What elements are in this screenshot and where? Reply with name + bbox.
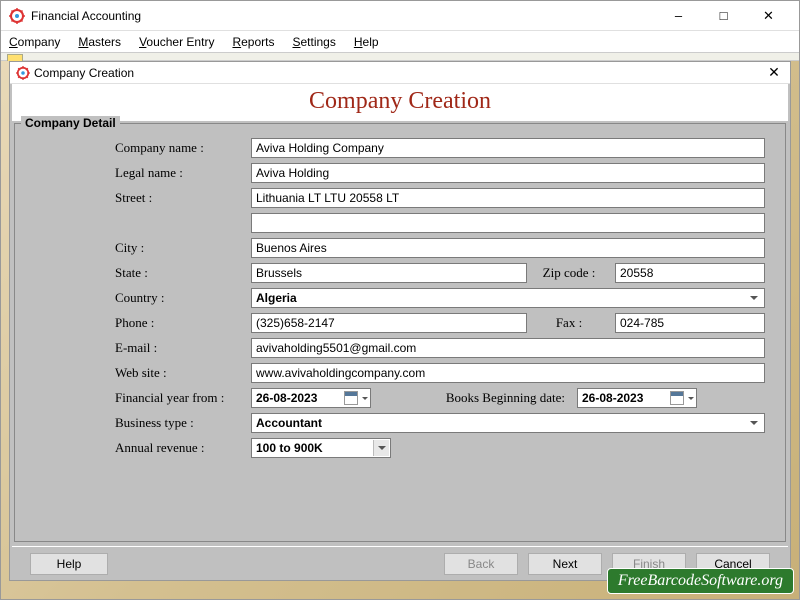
menubar: Company Masters Voucher Entry Reports Se… <box>1 31 799 53</box>
zip-field[interactable] <box>615 263 765 283</box>
dialog-titlebar: Company Creation ✕ <box>10 62 790 84</box>
label-zip: Zip code : <box>535 265 607 281</box>
label-email: E-mail : <box>115 340 245 356</box>
label-legal-name: Legal name : <box>115 165 245 181</box>
menu-masters[interactable]: Masters <box>78 35 121 49</box>
minimize-button[interactable]: – <box>656 1 701 31</box>
dialog-body: Company Creation Company Detail Company … <box>10 84 790 580</box>
dialog-header: Company Creation <box>12 84 788 121</box>
calendar-icon <box>670 391 684 405</box>
company-name-field[interactable] <box>251 138 765 158</box>
chevron-down-icon <box>362 397 368 400</box>
toolbar-strip <box>1 53 799 61</box>
titlebar: Financial Accounting – □ ✕ <box>1 1 799 31</box>
window-title: Financial Accounting <box>31 9 656 23</box>
help-button[interactable]: Help <box>30 553 108 575</box>
books-begin-datepicker[interactable]: 26-08-2023 <box>577 388 697 408</box>
state-field[interactable] <box>251 263 527 283</box>
close-button[interactable]: ✕ <box>746 1 791 31</box>
next-button[interactable]: Next <box>528 553 602 575</box>
maximize-button[interactable]: □ <box>701 1 746 31</box>
website-field[interactable] <box>251 363 765 383</box>
label-fy-from: Financial year from : <box>115 390 245 406</box>
company-detail-group: Company Detail Company name : Legal name… <box>14 123 786 542</box>
street2-field[interactable] <box>251 213 765 233</box>
label-website: Web site : <box>115 365 245 381</box>
street1-field[interactable] <box>251 188 765 208</box>
annual-revenue-select[interactable]: 100 to 900K <box>251 438 391 458</box>
label-fax: Fax : <box>535 315 607 331</box>
main-window: Financial Accounting – □ ✕ Company Maste… <box>0 0 800 600</box>
mdi-area: Company Creation ✕ Company Creation Comp… <box>1 61 799 599</box>
menu-voucher[interactable]: Voucher Entry <box>139 35 214 49</box>
fax-field[interactable] <box>615 313 765 333</box>
group-label: Company Detail <box>21 116 120 130</box>
dialog-heading: Company Creation <box>12 88 788 115</box>
dialog-icon <box>16 66 30 80</box>
legal-name-field[interactable] <box>251 163 765 183</box>
calendar-icon <box>344 391 358 405</box>
label-phone: Phone : <box>115 315 245 331</box>
label-country: Country : <box>115 290 245 306</box>
label-annual-revenue: Annual revenue : <box>115 440 245 456</box>
company-creation-dialog: Company Creation ✕ Company Creation Comp… <box>9 61 791 581</box>
label-books-begin: Books Beginning date: <box>379 390 569 406</box>
dialog-close-button[interactable]: ✕ <box>764 63 784 83</box>
label-business-type: Business type : <box>115 415 245 431</box>
email-field[interactable] <box>251 338 765 358</box>
phone-field[interactable] <box>251 313 527 333</box>
chevron-down-icon <box>373 440 389 456</box>
menu-reports[interactable]: Reports <box>232 35 274 49</box>
label-company-name: Company name : <box>115 140 245 156</box>
window-controls: – □ ✕ <box>656 1 791 31</box>
menu-help[interactable]: Help <box>354 35 379 49</box>
country-select[interactable]: Algeria <box>251 288 765 308</box>
watermark: FreeBarcodeSoftware.org <box>607 568 794 594</box>
menu-settings[interactable]: Settings <box>292 35 335 49</box>
fy-from-datepicker[interactable]: 26-08-2023 <box>251 388 371 408</box>
chevron-down-icon <box>688 397 694 400</box>
back-button[interactable]: Back <box>444 553 518 575</box>
city-field[interactable] <box>251 238 765 258</box>
app-icon <box>9 8 25 24</box>
business-type-select[interactable]: Accountant <box>251 413 765 433</box>
form-grid: Company name : Legal name : Street : Cit… <box>25 138 775 458</box>
label-state: State : <box>115 265 245 281</box>
label-street: Street : <box>115 190 245 206</box>
menu-company[interactable]: Company <box>9 35 60 49</box>
label-city: City : <box>115 240 245 256</box>
dialog-title: Company Creation <box>34 66 764 80</box>
